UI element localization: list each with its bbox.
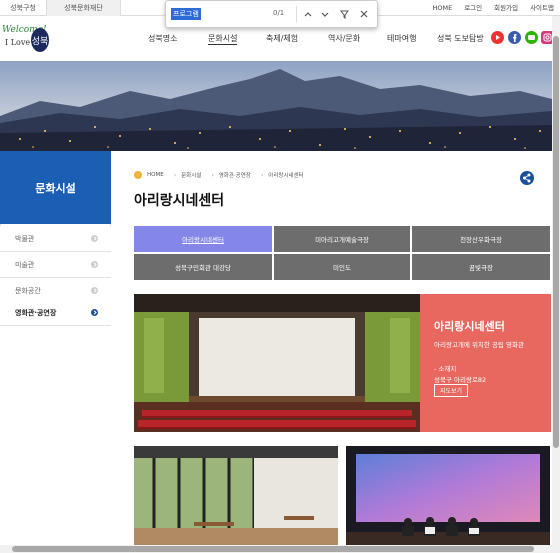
cinema-hall-photo [134,294,420,432]
nav-item-culture-facilities[interactable]: 문화시설 [208,33,238,45]
top-tab-culture-foundation[interactable]: 성북문화재단 [46,0,121,16]
nav-item-history[interactable]: 역사/문화 [328,33,360,44]
home-link[interactable]: HOME [426,0,458,16]
top-tab-gu-office[interactable]: 성북구청 [0,0,46,16]
breadcrumb-culture-facilities[interactable]: 문화시설 [181,171,201,179]
feature-info-panel: 아리랑시네센터 아리랑고개에 위치한 공립 영화관 - 소재지 성북구 아리랑로… [420,294,551,432]
find-input[interactable]: 프로그램 [171,8,201,20]
tab-arirang-cine-center[interactable]: 아리랑시네센터 [134,226,272,252]
sidebar-item-label: 박물관 [15,235,35,243]
sidebar-item-label: 문화공간 [15,287,41,295]
logo-line2: I Love [5,38,31,47]
vertical-scroll-thumb[interactable] [553,36,559,448]
nav-item-festivals[interactable]: 축제/체험 [266,33,298,44]
tab-kkumbit-theater[interactable]: 꿈빛극장 [412,254,550,280]
share-button[interactable] [520,171,534,185]
find-previous-button[interactable] [301,6,315,22]
feature-address: 성북구 아리랑로82 [434,376,487,384]
signup-link[interactable]: 회원가입 [488,0,524,16]
vertical-scrollbar[interactable] [552,16,560,545]
sidebar-item-museum[interactable]: 박물관 [0,226,111,252]
hero-banner-image [0,61,552,151]
sidebar-header: 문화시설 [0,151,111,224]
page-title: 아리랑시네센터 [134,193,225,209]
breadcrumb-current: 아리랑시네센터 [268,173,304,179]
chevron-right-icon [91,235,98,242]
nav-item-attractions[interactable]: 성북명소 [148,33,177,44]
sidebar-item-cinema-theater[interactable]: 영화관·공연장 [0,300,111,326]
tab-seongbuk-hall[interactable]: 성북구민회관 대강당 [134,254,272,280]
sidebar-title: 문화시설 [35,182,76,195]
chevron-right-icon [91,309,98,316]
chevron-right-icon [91,261,98,268]
facebook-icon[interactable] [508,31,521,44]
site-logo[interactable]: Welcome! I Love 성북 [2,25,50,55]
horizontal-scroll-thumb[interactable] [12,546,534,552]
find-close-button[interactable] [357,6,371,22]
feature-title: 아리랑시네센터 [434,320,505,333]
find-next-button[interactable] [318,6,332,22]
chevron-right-icon: › [211,171,214,179]
youtube-icon[interactable] [491,31,504,44]
find-filter-button[interactable] [337,6,351,22]
home-icon [134,171,142,179]
chevron-down-icon [321,12,329,17]
sidebar-item-label: 미술관 [15,261,35,269]
filter-icon [339,10,349,19]
feature-location-label: - 소재지 [434,365,457,373]
find-match-count: 0/1 [273,9,285,17]
sitemap-link[interactable]: 사이트맵 [524,0,560,16]
close-icon [360,10,368,18]
tab-miindo[interactable]: 미인도 [274,254,410,280]
feature-subtitle: 아리랑고개에 위치한 공립 영화관 [434,341,524,349]
scrollbar-corner [552,545,560,553]
breadcrumb: HOME › 문화시설 › 영화관·공연장 › 아리랑시네센터 [134,170,304,180]
naver-blog-icon[interactable] [525,31,538,44]
nav-item-theme-travel[interactable]: 테마여행 [387,33,416,44]
sidebar-item-art-gallery[interactable]: 미술관 [0,252,111,278]
breadcrumb-home[interactable]: HOME [147,172,164,178]
breadcrumb-cinema-theater[interactable]: 영화관·공연장 [219,171,251,179]
tab-miarigogae-theater[interactable]: 미아리고개예술극장 [274,226,410,252]
find-bar: 프로그램 0/1 [165,0,378,28]
chevron-up-icon [304,11,312,16]
top-links: HOME 로그인 회원가입 사이트맵 [426,0,560,16]
logo-mark: 성북 [31,28,49,52]
share-icon [523,173,531,183]
login-link[interactable]: 로그인 [458,0,488,16]
stage-event-photo [346,446,550,545]
find-divider [296,6,297,22]
sidebar-item-label: 영화관·공연장 [15,309,57,317]
chevron-right-icon: › [260,171,264,179]
cafe-interior-photo [134,446,338,545]
nav-item-walking-tour[interactable]: 성북 도보탐방 [437,33,484,44]
map-view-button[interactable]: 지도보기 [434,384,468,397]
chevron-right-icon: › [173,171,177,179]
tab-cheonjangsan-theater[interactable]: 천장산우화극장 [412,226,550,252]
horizontal-scrollbar[interactable] [0,545,552,553]
chevron-right-icon [91,287,98,294]
